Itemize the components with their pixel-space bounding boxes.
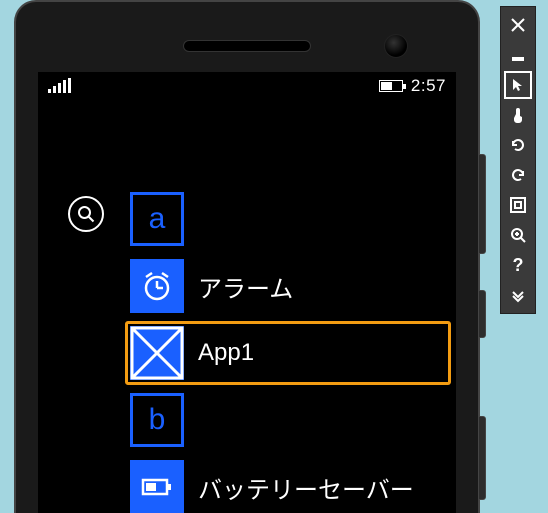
close-icon xyxy=(510,17,526,33)
app-row[interactable]: App1 xyxy=(126,322,450,384)
touch-button[interactable] xyxy=(504,101,532,129)
volume-rocker xyxy=(478,154,486,254)
app-label: バッテリーセーバー xyxy=(198,470,414,505)
app-label: アラーム xyxy=(198,269,293,304)
signal-icon xyxy=(48,79,71,93)
placeholder-icon xyxy=(130,326,184,380)
app-row[interactable]: アラーム xyxy=(126,255,450,317)
expand-icon xyxy=(510,287,526,303)
touch-icon xyxy=(510,107,526,123)
rotate-right-button[interactable] xyxy=(504,161,532,189)
letter-tile[interactable]: a xyxy=(130,192,184,246)
app-list[interactable]: aアラームApp1bバッテリーセーバーc xyxy=(126,188,450,513)
app-label: App1 xyxy=(198,339,254,367)
pointer-icon xyxy=(510,77,526,93)
front-camera xyxy=(384,34,408,58)
clock: 2:57 xyxy=(411,76,446,96)
app-row[interactable]: バッテリーセーバー xyxy=(126,456,450,513)
zoom-button[interactable] xyxy=(504,221,532,249)
phone-screen: 2:57 aアラームApp1bバッテリーセーバーc xyxy=(38,72,456,513)
help-icon: ? xyxy=(513,255,524,276)
camera-button xyxy=(478,416,486,500)
zoom-icon xyxy=(510,227,526,243)
status-bar: 2:57 xyxy=(38,72,456,100)
alarm-icon xyxy=(130,259,184,313)
rotate-right-icon xyxy=(509,166,527,184)
letter-tile[interactable]: b xyxy=(130,393,184,447)
close-button[interactable] xyxy=(504,11,532,39)
pointer-button[interactable] xyxy=(504,71,532,99)
rotate-left-icon xyxy=(509,136,527,154)
battery-icon xyxy=(130,460,184,513)
letter-header-b[interactable]: b xyxy=(126,389,450,451)
fit-screen-button[interactable] xyxy=(504,191,532,219)
search-button[interactable] xyxy=(68,196,104,232)
expand-button[interactable] xyxy=(504,281,532,309)
help-button[interactable]: ? xyxy=(504,251,532,279)
minimize-icon xyxy=(510,47,526,63)
power-button xyxy=(478,290,486,338)
search-icon xyxy=(77,205,95,223)
letter-header-a[interactable]: a xyxy=(126,188,450,250)
battery-icon xyxy=(379,80,403,92)
phone-frame: 2:57 aアラームApp1bバッテリーセーバーc xyxy=(14,0,480,513)
rotate-left-button[interactable] xyxy=(504,131,532,159)
emulator-toolbar: ? xyxy=(500,6,536,314)
minimize-button[interactable] xyxy=(504,41,532,69)
earpiece xyxy=(183,40,311,52)
fit-screen-icon xyxy=(510,197,526,213)
